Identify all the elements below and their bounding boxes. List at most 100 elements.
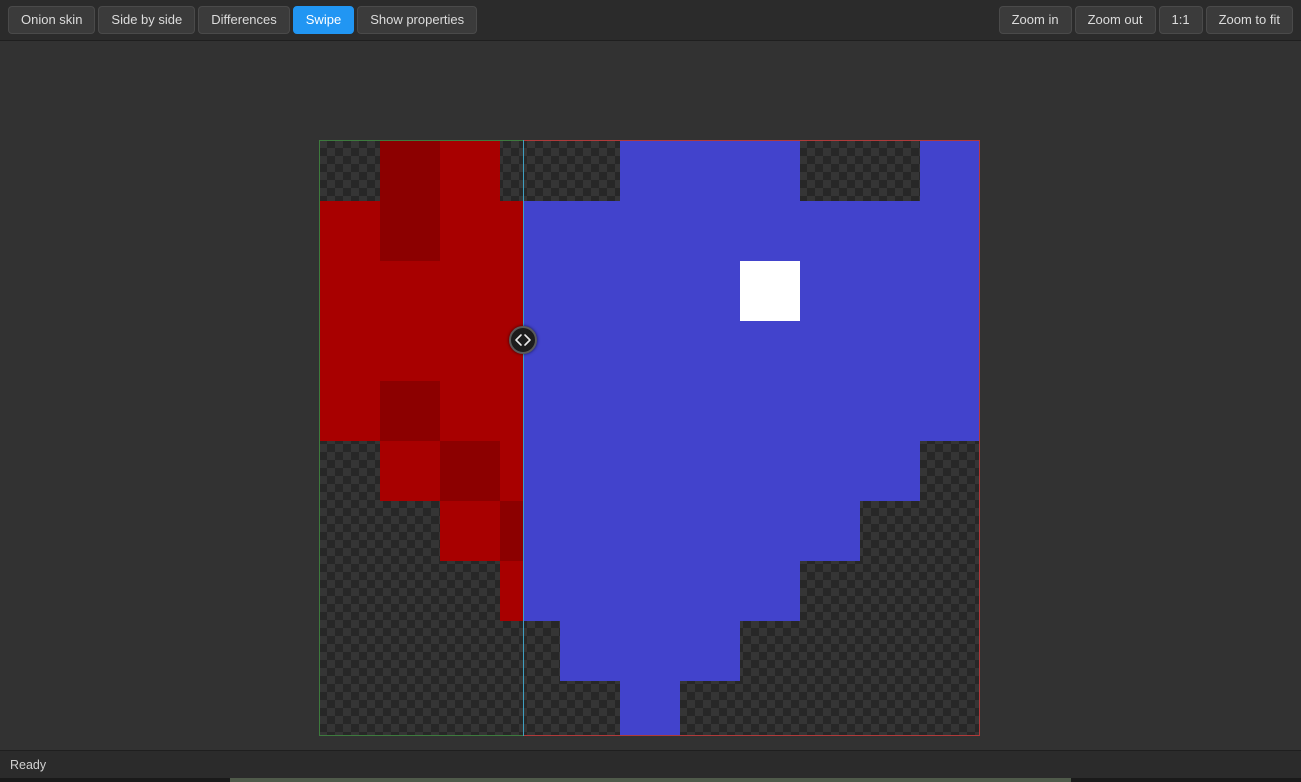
art-pixel bbox=[560, 501, 620, 561]
window-bottom-edge bbox=[0, 778, 1301, 782]
art-pixel bbox=[680, 441, 740, 501]
art-pixel bbox=[920, 261, 980, 321]
side-by-side-button[interactable]: Side by side bbox=[98, 6, 195, 34]
art-pixel bbox=[740, 441, 800, 501]
art-pixel bbox=[680, 381, 740, 441]
art-pixel bbox=[560, 201, 620, 261]
art-pixel bbox=[680, 141, 740, 201]
art-pixel bbox=[740, 141, 800, 201]
art-pixel bbox=[680, 201, 740, 261]
art-pixel bbox=[380, 201, 440, 261]
art-pixel bbox=[620, 261, 680, 321]
image-comparison-window: Onion skin Side by side Differences Swip… bbox=[0, 0, 1301, 782]
art-pixel bbox=[380, 441, 440, 501]
art-pixel bbox=[320, 381, 380, 441]
art-pixel bbox=[620, 381, 680, 441]
art-pixel bbox=[740, 501, 800, 561]
art-pixel bbox=[800, 261, 860, 321]
art-pixel bbox=[560, 261, 620, 321]
art-pixel bbox=[920, 201, 980, 261]
onion-skin-button[interactable]: Onion skin bbox=[8, 6, 95, 34]
art-pixel bbox=[680, 621, 740, 681]
art-pixel bbox=[620, 561, 680, 621]
art-pixel bbox=[560, 321, 620, 381]
art-pixel bbox=[740, 201, 800, 261]
bottom-edge-left bbox=[0, 778, 230, 782]
art-pixel bbox=[380, 381, 440, 441]
swipe-button[interactable]: Swipe bbox=[293, 6, 354, 34]
art-pixel bbox=[500, 561, 523, 621]
art-pixel bbox=[680, 321, 740, 381]
art-pixel bbox=[620, 441, 680, 501]
art-pixel bbox=[560, 441, 620, 501]
art-pixel bbox=[440, 381, 500, 441]
art-pixel bbox=[740, 381, 800, 441]
art-pixel bbox=[560, 381, 620, 441]
swipe-divider-line bbox=[523, 140, 524, 736]
art-pixel bbox=[680, 501, 740, 561]
image-canvas[interactable] bbox=[0, 41, 1301, 750]
art-pixel bbox=[860, 261, 920, 321]
swipe-handle[interactable] bbox=[509, 326, 537, 354]
art-pixel bbox=[380, 321, 440, 381]
bottom-edge-center bbox=[230, 778, 1071, 782]
art-pixel bbox=[320, 261, 380, 321]
art-pixel bbox=[920, 141, 980, 201]
art-pixel bbox=[560, 621, 620, 681]
art-pixel bbox=[440, 321, 500, 381]
bottom-edge-right bbox=[1071, 778, 1301, 782]
art-pixel bbox=[620, 321, 680, 381]
art-pixel bbox=[320, 321, 380, 381]
art-pixel bbox=[680, 261, 740, 321]
chevron-right-icon bbox=[525, 335, 530, 345]
chevron-left-icon bbox=[516, 335, 521, 345]
art-pixel bbox=[500, 201, 523, 261]
image-frame bbox=[319, 140, 980, 736]
art-pixel bbox=[500, 501, 523, 561]
art-pixel bbox=[800, 321, 860, 381]
art-pixel bbox=[380, 141, 440, 201]
art-pixel bbox=[740, 261, 800, 321]
swipe-left-region bbox=[319, 140, 523, 736]
art-pixel bbox=[500, 261, 523, 321]
art-pixel bbox=[800, 201, 860, 261]
view-mode-button-group: Onion skin Side by side Differences Swip… bbox=[8, 6, 477, 34]
zoom-to-fit-button[interactable]: Zoom to fit bbox=[1206, 6, 1293, 34]
art-pixel bbox=[500, 381, 523, 441]
art-pixel bbox=[740, 561, 800, 621]
status-bar: Ready bbox=[0, 750, 1301, 778]
art-pixel bbox=[860, 381, 920, 441]
art-pixel bbox=[860, 441, 920, 501]
zoom-actual-size-button[interactable]: 1:1 bbox=[1159, 6, 1203, 34]
art-pixel bbox=[620, 201, 680, 261]
art-pixel bbox=[620, 621, 680, 681]
art-pixel bbox=[860, 201, 920, 261]
art-pixel bbox=[860, 321, 920, 381]
art-pixel bbox=[920, 381, 980, 441]
art-pixel bbox=[680, 561, 740, 621]
art-pixel bbox=[740, 321, 800, 381]
art-pixel bbox=[800, 501, 860, 561]
art-pixel bbox=[620, 141, 680, 201]
art-pixel bbox=[620, 681, 680, 736]
art-pixel bbox=[800, 441, 860, 501]
art-pixel bbox=[440, 261, 500, 321]
zoom-button-group: Zoom in Zoom out 1:1 Zoom to fit bbox=[999, 6, 1293, 34]
art-pixel bbox=[800, 381, 860, 441]
show-properties-button[interactable]: Show properties bbox=[357, 6, 477, 34]
art-pixel bbox=[620, 501, 680, 561]
art-pixel bbox=[500, 441, 523, 501]
zoom-out-button[interactable]: Zoom out bbox=[1075, 6, 1156, 34]
art-pixel bbox=[380, 261, 440, 321]
art-pixel bbox=[560, 561, 620, 621]
art-pixel bbox=[440, 201, 500, 261]
differences-button[interactable]: Differences bbox=[198, 6, 290, 34]
status-message: Ready bbox=[10, 758, 46, 772]
before-image-layer bbox=[319, 140, 523, 736]
art-pixel bbox=[440, 141, 500, 201]
zoom-in-button[interactable]: Zoom in bbox=[999, 6, 1072, 34]
art-pixel bbox=[920, 321, 980, 381]
toolbar: Onion skin Side by side Differences Swip… bbox=[0, 0, 1301, 41]
art-pixel bbox=[440, 441, 500, 501]
art-pixel bbox=[320, 201, 380, 261]
